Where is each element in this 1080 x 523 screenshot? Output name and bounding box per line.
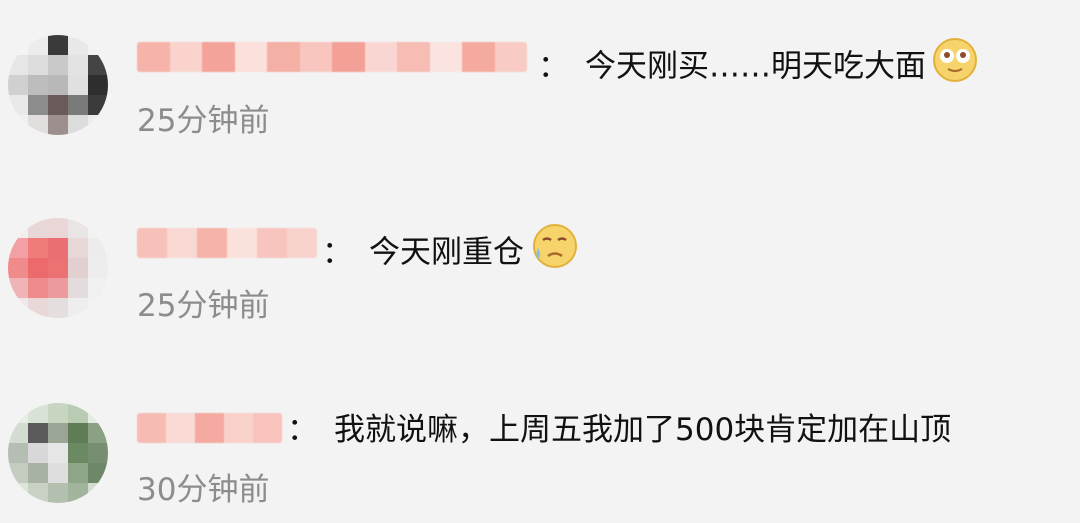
timestamp: 30分钟前: [137, 472, 270, 508]
comment-text-line: ： 今天刚重仓: [322, 222, 578, 283]
separator: ：: [287, 412, 318, 448]
comment-text-line: ： 我就说嘛，上周五我加了500块肯定加在山顶: [287, 410, 951, 450]
crying-emoji-icon: [530, 222, 578, 280]
avatar[interactable]: [8, 403, 108, 503]
avatar[interactable]: [8, 218, 108, 318]
comment-text: 今天刚重仓: [369, 234, 524, 271]
separator: ：: [322, 234, 353, 271]
timestamp: 25分钟前: [137, 288, 270, 324]
comment-item: ： 我就说嘛，上周五我加了500块肯定加在山顶 30分钟前: [0, 0, 1080, 508]
comment-text: 我就说嘛，上周五我加了500块肯定加在山顶: [334, 412, 952, 448]
username-blurred[interactable]: [137, 228, 317, 258]
username-blurred[interactable]: [137, 413, 282, 443]
